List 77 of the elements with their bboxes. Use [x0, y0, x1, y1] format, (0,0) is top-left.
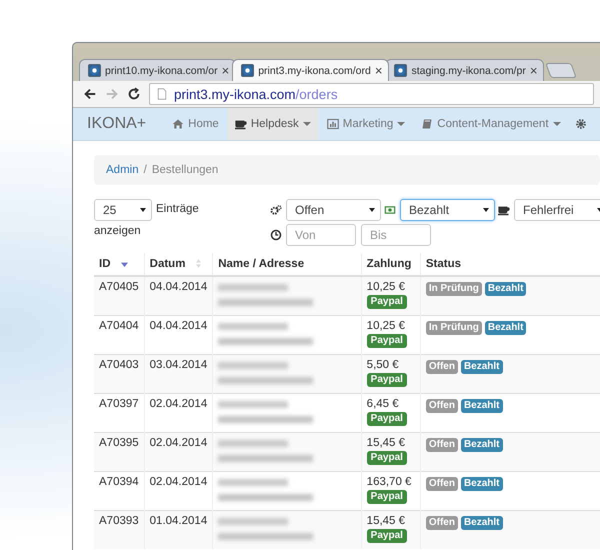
- amount-text: 163,70 €: [366, 476, 412, 488]
- status-label: Offen: [426, 516, 458, 530]
- table-cell: 04.04.2014: [144, 276, 213, 316]
- clock-icon: [270, 229, 282, 241]
- status-label: Bezahlt: [484, 321, 526, 335]
- cup-icon: [234, 118, 247, 130]
- tab-title: print3.my-ikona.com/ord: [258, 64, 371, 76]
- banknote-icon: [384, 204, 396, 216]
- brand-logo[interactable]: IKONA+: [73, 115, 164, 133]
- amount-text: 15,45 €: [366, 437, 406, 449]
- address-bar[interactable]: print3.my-ikona.com/orders: [149, 83, 594, 105]
- tab-title: print10.my-ikona.com/or: [105, 64, 218, 76]
- payment-label: Paypal: [366, 490, 407, 504]
- breadcrumb-current: Bestellungen: [152, 164, 218, 176]
- cup-icon: [498, 204, 510, 216]
- payment-label: Paypal: [366, 412, 407, 426]
- table-cell: 01.04.2014: [144, 510, 213, 549]
- favicon-icon: [241, 64, 254, 77]
- payment-label: Paypal: [366, 451, 407, 465]
- entries-label: anzeigen: [94, 224, 141, 239]
- nav-item[interactable]: Home: [164, 108, 227, 140]
- page-size-select[interactable]: 25: [94, 199, 152, 221]
- bar-chart-icon: [326, 118, 339, 130]
- status-label: Bezahlt: [460, 399, 503, 413]
- status-label: Bezahlt: [460, 516, 503, 530]
- status-label: Bezahlt: [460, 477, 503, 491]
- favicon-icon: [88, 64, 101, 77]
- tab-title: staging.my-ikona.com/pr: [411, 64, 526, 76]
- amount-text: 5,50 €: [366, 359, 400, 371]
- page-icon: [156, 87, 168, 101]
- sort-icon: [195, 258, 202, 270]
- breadcrumb-link[interactable]: Admin: [106, 164, 139, 176]
- favicon-icon: [394, 64, 408, 77]
- status-label: In Prüfung: [426, 321, 482, 335]
- payment-label: Paypal: [366, 529, 407, 543]
- status-label: Bezahlt: [460, 438, 503, 452]
- payment-label: Paypal: [366, 334, 407, 348]
- nav-item[interactable]: Marketing: [318, 108, 414, 140]
- from-date-field[interactable]: Von: [286, 224, 356, 246]
- filter-select[interactable]: Bezahlt: [400, 199, 495, 221]
- book-icon: [421, 118, 434, 130]
- to-date-field[interactable]: Bis: [361, 224, 431, 246]
- status-label: Offen: [426, 399, 458, 413]
- reload-icon[interactable]: [127, 87, 141, 101]
- nav-item[interactable]: Helpdesk: [226, 108, 319, 140]
- back-arrow-icon[interactable]: [83, 87, 97, 101]
- amount-text: 15,45 €: [366, 515, 406, 527]
- status-label: In Prüfung: [426, 282, 482, 296]
- browser-tab[interactable]: staging.my-ikona.com/pr ×: [385, 59, 544, 81]
- amount-text: 10,25 €: [366, 281, 406, 293]
- filter-select[interactable]: Offen: [286, 199, 381, 221]
- status-label: Offen: [426, 438, 458, 452]
- amount-text: 10,25 €: [366, 320, 406, 332]
- settings-icon[interactable]: [574, 118, 587, 130]
- table-cell: A70393: [94, 510, 144, 549]
- breadcrumb-separator: /: [144, 164, 147, 176]
- payment-label: Paypal: [366, 373, 407, 387]
- status-label: Offen: [426, 360, 458, 374]
- table-cell: 03.04.2014: [144, 354, 213, 394]
- table-cell: A70405: [94, 276, 144, 316]
- url-text: print3.my-ikona.com/orders: [174, 86, 338, 102]
- filter-select[interactable]: Fehlerfrei: [514, 199, 600, 221]
- amount-text: 6,45 €: [366, 398, 400, 410]
- nav-item[interactable]: Content-Management: [413, 108, 569, 140]
- entries-label: Einträge: [156, 202, 199, 217]
- browser-tab[interactable]: print3.my-ikona.com/ord ×: [232, 59, 390, 81]
- close-button[interactable]: ×: [374, 63, 382, 78]
- close-button[interactable]: ×: [222, 63, 230, 78]
- status-label: Bezahlt: [460, 360, 503, 374]
- table-cell: A70403: [94, 354, 144, 394]
- status-label: Bezahlt: [484, 282, 526, 296]
- status-label: Offen: [426, 477, 458, 491]
- house-icon: [172, 118, 184, 130]
- table-cell: A70395: [94, 432, 144, 472]
- payment-label: Paypal: [366, 295, 407, 309]
- close-button[interactable]: ×: [530, 63, 538, 78]
- table-cell: 02.04.2014: [144, 432, 213, 472]
